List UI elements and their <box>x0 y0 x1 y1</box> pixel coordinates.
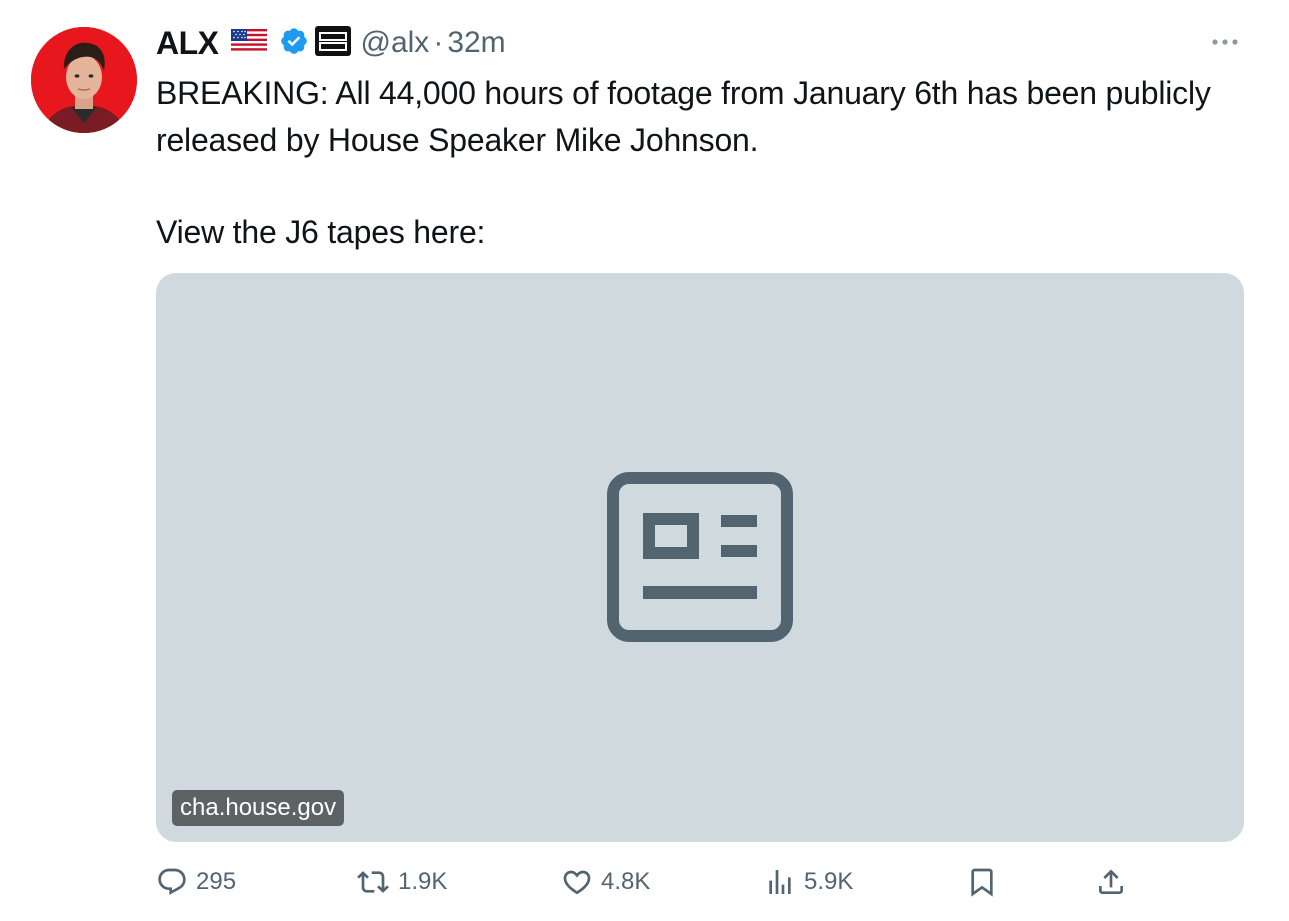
reply-icon <box>158 868 186 895</box>
tweet-text: BREAKING: All 44,000 hours of footage fr… <box>156 70 1226 256</box>
tweet-text-line: BREAKING: All 44,000 hours of footage fr… <box>156 75 1211 158</box>
repost-count: 1.9K <box>398 868 448 895</box>
tweet-timestamp[interactable]: 32m <box>447 26 505 60</box>
article-icon <box>607 472 793 649</box>
benny-show-badge-icon[interactable] <box>314 25 351 61</box>
share-button[interactable] <box>1095 860 1127 904</box>
more-dots-icon <box>1212 39 1238 45</box>
author-avatar[interactable] <box>31 27 137 133</box>
verified-badge-icon[interactable] <box>279 26 309 61</box>
link-preview-card[interactable]: cha.house.gov <box>156 273 1244 842</box>
reply-button[interactable]: 295 <box>156 860 236 904</box>
link-domain-badge: cha.house.gov <box>172 790 345 826</box>
bookmark-icon <box>971 868 993 897</box>
views-count: 5.9K <box>804 868 854 895</box>
bookmark-button[interactable] <box>966 860 998 904</box>
repost-icon <box>357 871 389 893</box>
views-button[interactable]: 5.9K <box>764 860 853 904</box>
reply-count: 295 <box>196 868 237 895</box>
tweet-action-bar: 295 1.9K 4.8K 5.9K <box>156 860 1156 904</box>
author-display-name[interactable]: ALX <box>156 25 219 62</box>
more-options-button[interactable] <box>1207 30 1247 54</box>
tweet-header: ALX @alx · 32m <box>156 22 506 64</box>
tweet-text-line: View the J6 tapes here: <box>156 214 486 250</box>
header-separator: · <box>433 26 444 59</box>
views-icon <box>769 870 791 894</box>
avatar-portrait <box>31 27 137 133</box>
like-count: 4.8K <box>601 868 651 895</box>
repost-button[interactable]: 1.9K <box>356 860 447 904</box>
heart-icon <box>563 870 591 895</box>
author-handle[interactable]: @alx <box>361 26 430 60</box>
us-flag-icon <box>230 28 267 58</box>
like-button[interactable]: 4.8K <box>561 860 650 904</box>
share-icon <box>1099 869 1123 894</box>
